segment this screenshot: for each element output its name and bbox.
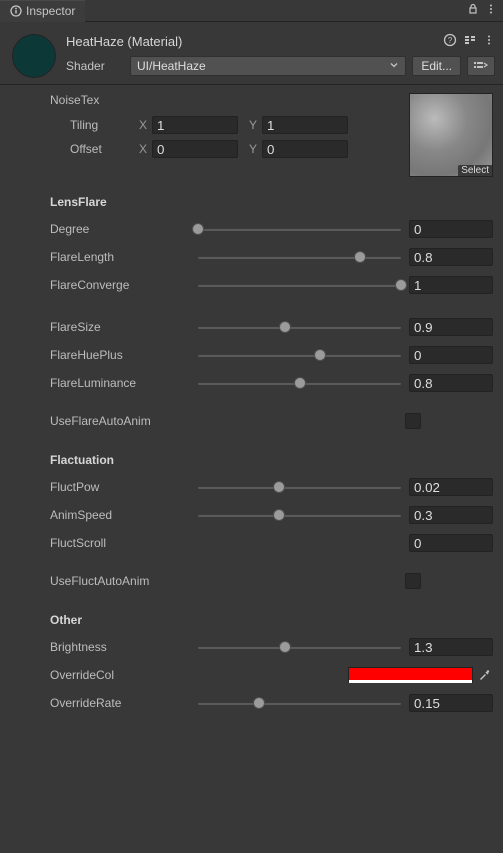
tiling-label: Tiling <box>50 118 134 132</box>
flareluminance-label: FlareLuminance <box>50 376 198 390</box>
material-preview-sphere[interactable] <box>12 34 56 78</box>
shader-dropdown[interactable]: UI/HeatHaze <box>130 56 406 76</box>
flarehueplus-input[interactable] <box>409 346 493 364</box>
eyedropper-icon[interactable] <box>475 668 493 682</box>
other-section-title: Other <box>50 613 493 627</box>
noisetex-label: NoiseTex <box>50 93 405 107</box>
inspector-tab-label: Inspector <box>26 4 75 18</box>
flareluminance-slider[interactable] <box>198 375 401 391</box>
animspeed-label: AnimSpeed <box>50 508 198 522</box>
offset-y-label: Y <box>244 142 262 156</box>
tiling-y-label: Y <box>244 118 262 132</box>
material-name: HeatHaze (Material) <box>66 34 182 49</box>
help-icon[interactable]: ? <box>443 33 457 50</box>
tiling-y-input[interactable] <box>262 116 348 134</box>
flareconverge-slider[interactable] <box>198 277 401 293</box>
fluctscroll-spacer <box>198 535 401 551</box>
shader-value: UI/HeatHaze <box>137 59 206 73</box>
edit-shader-button[interactable]: Edit... <box>412 56 461 76</box>
degree-slider[interactable] <box>198 221 401 237</box>
usefluctautoanim-checkbox[interactable] <box>405 573 421 589</box>
inspector-tab[interactable]: Inspector <box>0 0 85 22</box>
overriderate-slider[interactable] <box>198 695 401 711</box>
flactuation-section-title: Flactuation <box>50 453 493 467</box>
edit-label: Edit... <box>421 59 452 73</box>
degree-label: Degree <box>50 222 198 236</box>
lock-icon[interactable] <box>467 3 479 18</box>
presets-icon[interactable] <box>463 33 477 50</box>
fluctpow-slider[interactable] <box>198 479 401 495</box>
material-header: HeatHaze (Material) ? Shader UI/HeatH <box>0 22 503 85</box>
shader-label: Shader <box>66 59 124 73</box>
tiling-x-input[interactable] <box>152 116 238 134</box>
more-icon[interactable] <box>485 3 497 18</box>
flarehueplus-slider[interactable] <box>198 347 401 363</box>
flarehueplus-label: FlareHuePlus <box>50 348 198 362</box>
noisetex-texture-slot[interactable]: Select <box>409 93 493 177</box>
svg-text:?: ? <box>448 36 453 45</box>
texture-select-label: Select <box>458 165 492 176</box>
animspeed-input[interactable] <box>409 506 493 524</box>
tiling-x-label: X <box>134 118 152 132</box>
overriderate-input[interactable] <box>409 694 493 712</box>
lensflare-section-title: LensFlare <box>50 195 493 209</box>
flareconverge-label: FlareConverge <box>50 278 198 292</box>
flaresize-slider[interactable] <box>198 319 401 335</box>
flareconverge-input[interactable] <box>409 276 493 294</box>
overridecol-swatch[interactable] <box>348 667 473 683</box>
flaresize-label: FlareSize <box>50 320 198 334</box>
offset-x-label: X <box>134 142 152 156</box>
titlebar: Inspector <box>0 0 503 22</box>
flarelength-slider[interactable] <box>198 249 401 265</box>
fluctpow-input[interactable] <box>409 478 493 496</box>
degree-input[interactable] <box>409 220 493 238</box>
fluctscroll-input[interactable] <box>409 534 493 552</box>
overridecol-label: OverrideCol <box>50 668 198 682</box>
fluctscroll-label: FluctScroll <box>50 536 198 550</box>
useflareautoanim-checkbox[interactable] <box>405 413 421 429</box>
flareluminance-input[interactable] <box>409 374 493 392</box>
overriderate-label: OverrideRate <box>50 696 198 710</box>
chevron-down-icon <box>389 59 399 73</box>
noisetex-row: NoiseTex Tiling X Y Offset X Y Select <box>50 93 493 177</box>
brightness-input[interactable] <box>409 638 493 656</box>
render-queue-button[interactable] <box>467 56 495 76</box>
brightness-label: Brightness <box>50 640 198 654</box>
offset-x-input[interactable] <box>152 140 238 158</box>
fluctpow-label: FluctPow <box>50 480 198 494</box>
useflareautoanim-label: UseFlareAutoAnim <box>50 414 151 428</box>
offset-y-input[interactable] <box>262 140 348 158</box>
info-icon <box>10 5 22 17</box>
animspeed-slider[interactable] <box>198 507 401 523</box>
flarelength-input[interactable] <box>409 248 493 266</box>
brightness-slider[interactable] <box>198 639 401 655</box>
usefluctautoanim-label: UseFluctAutoAnim <box>50 574 149 588</box>
flarelength-label: FlareLength <box>50 250 198 264</box>
header-more-icon[interactable] <box>483 34 495 49</box>
flaresize-input[interactable] <box>409 318 493 336</box>
overridecol-alpha <box>349 680 472 683</box>
offset-label: Offset <box>50 142 134 156</box>
